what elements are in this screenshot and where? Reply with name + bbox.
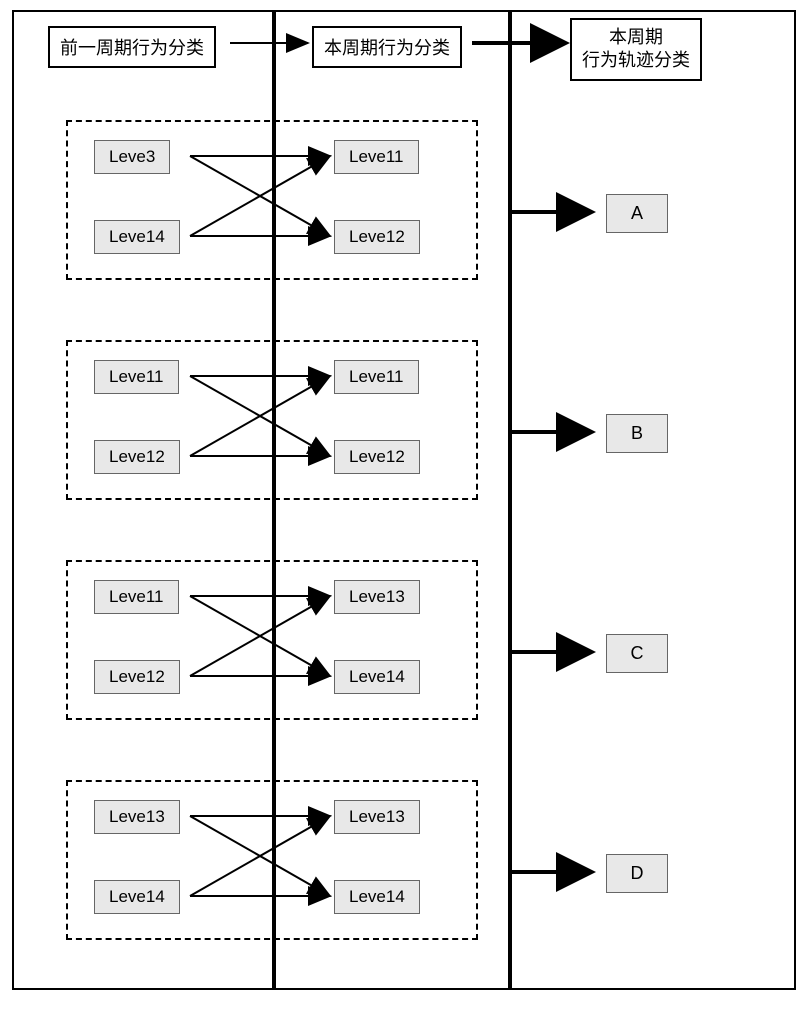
header-col3-line2: 行为轨迹分类 (582, 50, 690, 70)
header-col3: 本周期 行为轨迹分类 (570, 18, 702, 81)
header-col3-line1: 本周期 (609, 27, 663, 47)
g3-right-1: Leve14 (334, 660, 420, 694)
g4-left-1: Leve14 (94, 880, 180, 914)
g1-left-0: Leve3 (94, 140, 170, 174)
result-d: D (606, 854, 668, 893)
g1-right-1: Leve12 (334, 220, 420, 254)
g3-left-1: Leve12 (94, 660, 180, 694)
result-a: A (606, 194, 668, 233)
g4-left-0: Leve13 (94, 800, 180, 834)
diagram-container: 前一周期行为分类 本周期行为分类 本周期 行为轨迹分类 (12, 10, 796, 990)
g2-right-0: Leve11 (334, 360, 419, 394)
g2-left-0: Leve11 (94, 360, 179, 394)
result-c: C (606, 634, 668, 673)
header-col1: 前一周期行为分类 (48, 26, 216, 68)
g2-left-1: Leve12 (94, 440, 180, 474)
g4-right-0: Leve13 (334, 800, 420, 834)
g1-left-1: Leve14 (94, 220, 180, 254)
result-b: B (606, 414, 668, 453)
header-col2: 本周期行为分类 (312, 26, 462, 68)
g1-right-0: Leve11 (334, 140, 419, 174)
g4-right-1: Leve14 (334, 880, 420, 914)
g3-left-0: Leve11 (94, 580, 179, 614)
g3-right-0: Leve13 (334, 580, 420, 614)
g2-right-1: Leve12 (334, 440, 420, 474)
column-3-border (510, 10, 796, 990)
